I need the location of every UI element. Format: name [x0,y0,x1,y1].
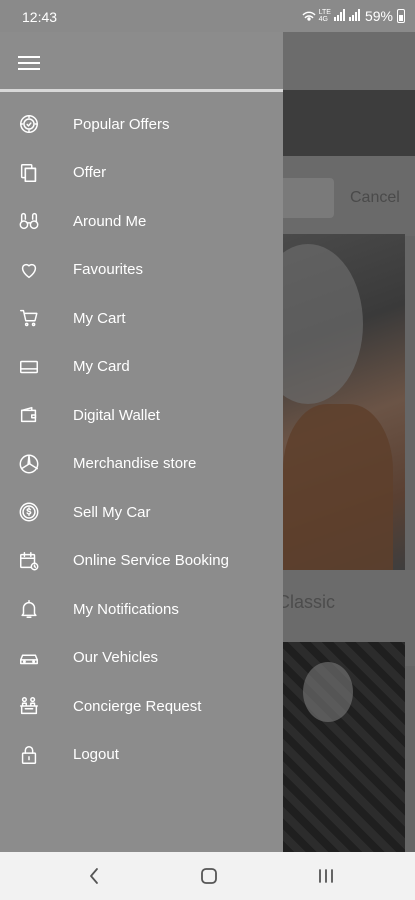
background-card-image [253,234,405,570]
battery-percent: 59% [364,8,393,24]
menu-item-offer[interactable]: Offer [0,149,283,198]
menu-item-label: Digital Wallet [73,406,160,424]
menu-item-logout[interactable]: Logout [0,731,283,780]
home-icon[interactable] [199,866,219,886]
menu-item-label: Offer [73,164,107,182]
back-icon[interactable] [84,866,104,886]
status-icons: LTE 4G 59% [302,8,405,24]
card-icon [18,356,40,378]
copy-icon [18,162,40,184]
menu-item-label: Popular Offers [73,115,170,133]
battery-icon [397,9,405,23]
background-cancel-button: Cancel [350,189,400,206]
menu-item-label: Our Vehicles [73,649,159,667]
menu-item-concierge-request[interactable]: Concierge Request [0,682,283,731]
menu-item-label: My Cart [73,309,126,327]
hamburger-menu-icon[interactable] [18,54,42,72]
menu-item-our-vehicles[interactable]: Our Vehicles [0,634,283,683]
badge-icon [18,113,40,135]
menu-item-sell-my-car[interactable]: Sell My Car [0,488,283,537]
drawer-menu-list: Popular Offers Offer Around Me Favourite… [0,100,283,779]
status-bar: 12:43 LTE 4G 59% [0,0,415,32]
menu-item-label: Merchandise store [73,455,197,473]
recent-apps-icon[interactable] [316,866,336,886]
menu-item-label: Concierge Request [73,697,202,715]
menu-item-label: Around Me [73,212,147,230]
mercedes-star-icon [18,453,40,475]
car-icon [18,647,40,669]
menu-item-label: Sell My Car [73,503,151,521]
menu-item-label: My Card [73,358,130,376]
lock-icon [18,744,40,766]
drawer-header [0,32,283,92]
menu-item-my-card[interactable]: My Card [0,343,283,392]
background-card-image-2 [283,642,405,852]
concierge-icon [18,695,40,717]
heart-icon [18,259,40,281]
background-card-title: Classic [277,592,336,612]
binoculars-icon [18,210,40,232]
menu-item-my-notifications[interactable]: My Notifications [0,585,283,634]
wallet-icon [18,404,40,426]
menu-item-label: Online Service Booking [73,552,229,570]
calendar-icon [18,550,40,572]
menu-item-label: My Notifications [73,600,179,618]
menu-item-favourites[interactable]: Favourites [0,246,283,295]
cart-icon [18,307,40,329]
menu-item-popular-offers[interactable]: Popular Offers [0,100,283,149]
signal-icon [333,8,346,24]
navigation-drawer: Popular Offers Offer Around Me Favourite… [0,32,283,852]
menu-item-merchandise-store[interactable]: Merchandise store [0,440,283,489]
bell-icon [18,598,40,620]
signal-icon [348,8,361,24]
menu-item-label: Logout [73,746,119,764]
system-navigation-bar [0,852,415,900]
menu-item-label: Favourites [73,261,144,279]
volte-icon: LTE 4G [318,9,331,23]
menu-item-my-cart[interactable]: My Cart [0,294,283,343]
menu-item-around-me[interactable]: Around Me [0,197,283,246]
menu-item-digital-wallet[interactable]: Digital Wallet [0,391,283,440]
dollar-coin-icon [18,501,40,523]
status-time: 12:43 [22,9,58,25]
hotspot-icon [302,8,316,24]
menu-item-online-service-booking[interactable]: Online Service Booking [0,537,283,586]
